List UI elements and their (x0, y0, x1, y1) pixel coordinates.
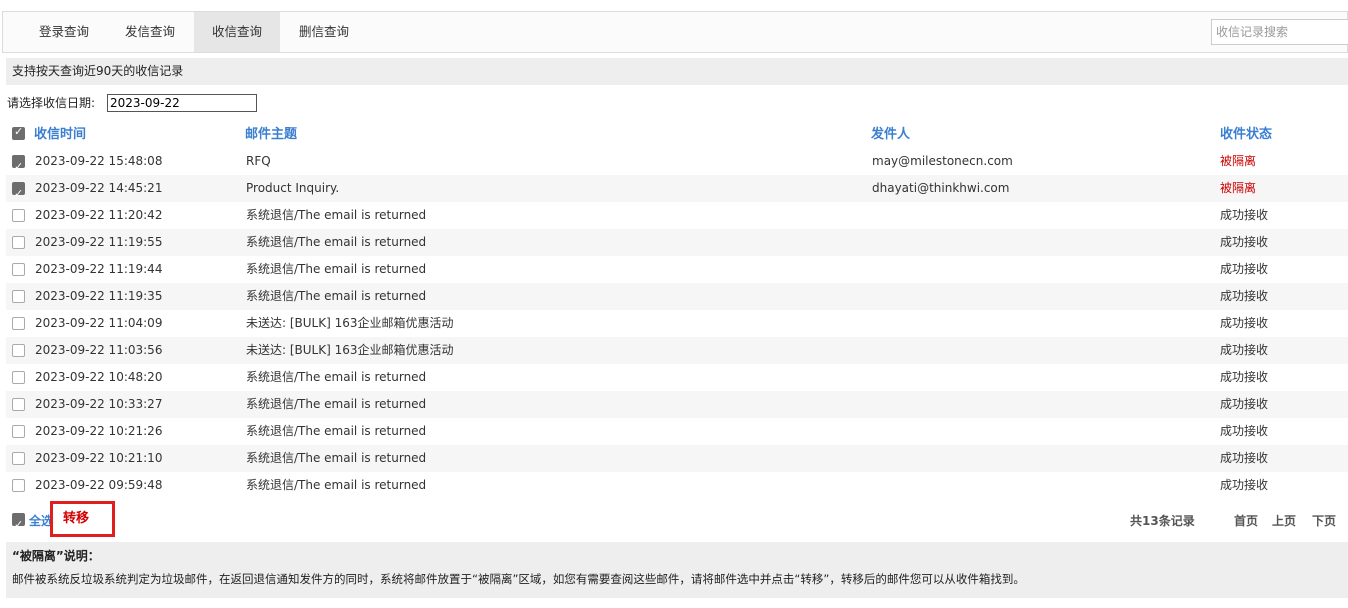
next-page-link[interactable]: 下页 (1312, 507, 1336, 535)
search-input[interactable] (1211, 19, 1348, 45)
row-status: 成功接收 (1220, 451, 1269, 465)
row-checkbox[interactable] (12, 290, 25, 303)
row-subject[interactable]: 系统退信/The email is returned (246, 445, 426, 472)
row-time: 2023-09-22 10:33:27 (35, 397, 163, 411)
row-time: 2023-09-22 15:48:08 (35, 154, 163, 168)
row-subject[interactable]: 系统退信/The email is returned (246, 283, 426, 310)
table-footer: 全选 转移 共13条记录 首页 上页 下页 (6, 501, 1348, 539)
header-status[interactable]: 收件状态 (1220, 121, 1272, 148)
total-records: 共13条记录 (1130, 514, 1195, 528)
row-checkbox[interactable] (12, 398, 25, 411)
row-status: 被隔离 (1220, 154, 1257, 168)
row-time: 2023-09-22 11:19:55 (35, 235, 163, 249)
row-time: 2023-09-22 10:48:20 (35, 370, 163, 384)
tab-login-query[interactable]: 登录查询 (21, 12, 107, 52)
row-checkbox[interactable] (12, 452, 25, 465)
row-checkbox[interactable] (12, 180, 25, 207)
row-subject[interactable]: RFQ (246, 148, 271, 175)
quarantine-note: “被隔离”说明： 邮件被系统反垃圾系统判定为垃圾邮件，在返回退信通知发件方的同时… (6, 542, 1348, 598)
row-subject[interactable]: 系统退信/The email is returned (246, 472, 426, 499)
row-time: 2023-09-22 11:19:44 (35, 262, 163, 276)
row-checkbox[interactable] (12, 209, 25, 222)
table-row[interactable]: 2023-09-22 14:45:21 Product Inquiry. dhaya… (6, 175, 1348, 207)
info-bar: 支持按天查询近90天的收信记录 (6, 58, 1348, 85)
prev-page-link[interactable]: 上页 (1272, 507, 1296, 535)
row-subject[interactable]: 系统退信/The email is returned (246, 391, 426, 418)
row-time: 2023-09-22 11:20:42 (35, 208, 163, 222)
table-row[interactable]: 2023-09-22 11:03:56 未送达: [BULK] 163企业邮箱优惠… (6, 337, 1348, 364)
row-checkbox[interactable] (12, 344, 25, 357)
table-row[interactable]: 2023-09-22 10:21:10 系统退信/The email is ret… (6, 445, 1348, 472)
row-status: 成功接收 (1220, 235, 1269, 249)
table-row[interactable]: 2023-09-22 09:59:48 系统退信/The email is ret… (6, 472, 1348, 499)
row-subject[interactable]: 系统退信/The email is returned (246, 364, 426, 391)
row-time: 2023-09-22 10:21:26 (35, 424, 163, 438)
row-status: 被隔离 (1220, 181, 1257, 195)
row-status: 成功接收 (1220, 424, 1269, 438)
row-sender: dhayati@thinkhwi.com (872, 181, 1010, 195)
first-page-link[interactable]: 首页 (1234, 507, 1258, 535)
header-sender[interactable]: 发件人 (871, 121, 910, 148)
row-subject[interactable]: 系统退信/The email is returned (246, 256, 426, 283)
row-subject[interactable]: 系统退信/The email is returned (246, 202, 426, 229)
note-text: 邮件被系统反垃圾系统判定为垃圾邮件，在返回退信通知发件方的同时，系统将邮件放置于… (12, 572, 1025, 586)
row-status: 成功接收 (1220, 289, 1269, 303)
row-sender: may@milestonecn.com (872, 154, 1013, 168)
row-subject[interactable]: 系统退信/The email is returned (246, 229, 426, 256)
date-filter: 请选择收信日期: (7, 93, 257, 113)
tab-delete-query[interactable]: 删信查询 (281, 12, 367, 52)
table-row[interactable]: 2023-09-22 11:19:55 系统退信/The email is ret… (6, 229, 1348, 256)
row-status: 成功接收 (1220, 343, 1269, 357)
row-checkbox[interactable] (12, 371, 25, 384)
row-subject[interactable]: Product Inquiry. (246, 175, 339, 202)
header-time[interactable]: 收信时间 (34, 121, 86, 148)
row-time: 2023-09-22 09:59:48 (35, 478, 163, 492)
row-status: 成功接收 (1220, 397, 1269, 411)
row-subject[interactable]: 未送达: [BULK] 163企业邮箱优惠活动 (246, 337, 454, 364)
row-time: 2023-09-22 10:21:10 (35, 451, 163, 465)
table-row[interactable]: 2023-09-22 11:19:35 系统退信/The email is ret… (6, 283, 1348, 310)
row-status: 成功接收 (1220, 262, 1269, 276)
transfer-button[interactable]: 转移 (50, 501, 115, 537)
row-checkbox[interactable] (12, 425, 25, 438)
row-status: 成功接收 (1220, 370, 1269, 384)
header-checkbox[interactable] (12, 125, 25, 140)
row-time: 2023-09-22 11:04:09 (35, 316, 163, 330)
row-checkbox[interactable] (12, 153, 25, 180)
tab-send-query[interactable]: 发信查询 (107, 12, 193, 52)
row-checkbox[interactable] (12, 317, 25, 330)
row-checkbox[interactable] (12, 236, 25, 249)
row-time: 2023-09-22 14:45:21 (35, 181, 163, 195)
row-subject[interactable]: 系统退信/The email is returned (246, 418, 426, 445)
tab-receive-query[interactable]: 收信查询 (194, 12, 280, 52)
row-checkbox[interactable] (12, 263, 25, 276)
tab-bar: 登录查询 发信查询 收信查询 删信查询 (2, 11, 1348, 53)
row-status: 成功接收 (1220, 316, 1269, 330)
row-status: 成功接收 (1220, 208, 1269, 222)
select-all-checkbox[interactable] (12, 511, 25, 539)
row-time: 2023-09-22 11:19:35 (35, 289, 163, 303)
row-checkbox[interactable] (12, 479, 25, 492)
table-row[interactable]: 2023-09-22 10:48:20 系统退信/The email is ret… (6, 364, 1348, 391)
table-row[interactable]: 2023-09-22 11:04:09 未送达: [BULK] 163企业邮箱优惠… (6, 310, 1348, 337)
row-subject[interactable]: 未送达: [BULK] 163企业邮箱优惠活动 (246, 310, 454, 337)
table-row[interactable]: 2023-09-22 11:20:42 系统退信/The email is ret… (6, 202, 1348, 229)
date-input[interactable] (107, 94, 257, 112)
note-title: “被隔离”说明： (12, 549, 100, 563)
table-row[interactable]: 2023-09-22 11:19:44 系统退信/The email is ret… (6, 256, 1348, 283)
header-subject[interactable]: 邮件主题 (245, 121, 297, 148)
table-row[interactable]: 2023-09-22 10:33:27 系统退信/The email is ret… (6, 391, 1348, 418)
table-row[interactable]: 2023-09-22 15:48:08 RFQ may@milestonecn.co… (6, 148, 1348, 180)
table-header: 收信时间 邮件主题 发件人 收件状态 (6, 121, 1348, 148)
date-filter-label: 请选择收信日期: (7, 96, 96, 110)
row-status: 成功接收 (1220, 478, 1269, 492)
row-time: 2023-09-22 11:03:56 (35, 343, 163, 357)
table-row[interactable]: 2023-09-22 10:21:26 系统退信/The email is ret… (6, 418, 1348, 445)
